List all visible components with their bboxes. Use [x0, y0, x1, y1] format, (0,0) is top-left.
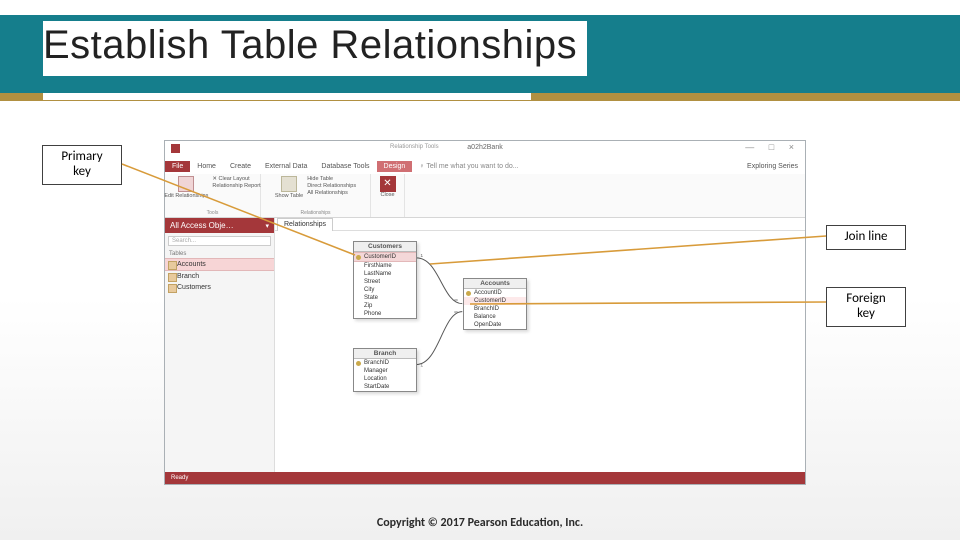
table-field[interactable]: Balance	[464, 313, 526, 321]
table-field[interactable]: LastName	[354, 270, 416, 278]
table-field[interactable]: Zip	[354, 302, 416, 310]
nav-group-tables[interactable]: Tables	[165, 249, 274, 258]
svg-text:1: 1	[420, 253, 423, 259]
relationship-report-button[interactable]: Relationship Report	[212, 183, 260, 190]
field-accountid-pk[interactable]: AccountID	[464, 289, 526, 297]
relationships-canvas[interactable]: Relationships 1 ∞ 1 ∞ Customers Customer…	[275, 218, 805, 472]
tab-create[interactable]: Create	[223, 161, 258, 172]
ribbon-group-label: Tools	[165, 210, 260, 216]
table-field[interactable]: Manager	[354, 367, 416, 375]
table-customers[interactable]: Customers CustomerID FirstName LastName …	[353, 241, 417, 319]
field-customerid-pk[interactable]: CustomerID	[354, 252, 416, 262]
edit-relationships-button[interactable]: Edit Relationships	[164, 193, 208, 200]
access-icon	[171, 144, 180, 153]
table-branch[interactable]: Branch BranchID Manager Location StartDa…	[353, 348, 417, 392]
window-controls[interactable]: — □ ×	[745, 142, 800, 152]
series-label: Exploring Series	[740, 161, 805, 172]
svg-text:∞: ∞	[454, 310, 458, 316]
show-table-button[interactable]: Show Table	[275, 193, 303, 200]
tab-file[interactable]: File	[165, 161, 190, 172]
ribbon-group-label: Relationships	[261, 210, 370, 216]
ribbon-tabs: File Home Create External Data Database …	[165, 159, 805, 174]
svg-text:1: 1	[420, 362, 423, 368]
title-bar: Establish Table Relationships	[0, 15, 960, 93]
navigation-pane: All Access Obje… ▾ Search... Tables Acco…	[165, 218, 275, 472]
tab-external[interactable]: External Data	[258, 161, 314, 172]
close-button[interactable]: Close	[380, 192, 394, 199]
table-field[interactable]: Location	[354, 375, 416, 383]
copyright-footer: Copyright © 2017 Pearson Education, Inc.	[0, 516, 960, 530]
ribbon-group-tools: Edit Relationships ✕ Clear Layout Relati…	[165, 174, 261, 217]
direct-relationships-button[interactable]: Direct Relationships	[307, 183, 356, 190]
ribbon: Edit Relationships ✕ Clear Layout Relati…	[165, 174, 805, 218]
table-field[interactable]: Street	[354, 278, 416, 286]
nav-header[interactable]: All Access Obje… ▾	[165, 218, 274, 233]
ribbon-group-relationships: Show Table Hide Table Direct Relationshi…	[261, 174, 371, 217]
hide-table-button[interactable]: Hide Table	[307, 176, 356, 183]
table-field[interactable]: FirstName	[354, 262, 416, 270]
table-accounts[interactable]: Accounts AccountID CustomerID BranchID B…	[463, 278, 527, 330]
access-window: Relationship Tools a02h2Bank — □ × File …	[164, 140, 806, 485]
canvas-tab-relationships[interactable]: Relationships	[277, 218, 333, 231]
callout-primary-key: Primary key	[42, 145, 122, 185]
tab-design[interactable]: Design	[377, 161, 413, 172]
callout-foreign-key: Foreign key	[826, 287, 906, 327]
field-customerid-fk[interactable]: CustomerID	[464, 297, 526, 305]
ribbon-group-close: ✕ Close	[371, 174, 405, 217]
table-header: Branch	[354, 349, 416, 359]
table-field[interactable]: City	[354, 286, 416, 294]
chevron-down-icon[interactable]: ▾	[265, 222, 269, 230]
slide-title: Establish Table Relationships	[43, 21, 587, 76]
field-branchid-fk[interactable]: BranchID	[464, 305, 526, 313]
table-header: Accounts	[464, 279, 526, 289]
tell-me[interactable]: ♀ Tell me what you want to do...	[412, 161, 525, 172]
nav-header-title: All Access Obje…	[170, 221, 234, 230]
table-field[interactable]: OpenDate	[464, 321, 526, 329]
tab-home[interactable]: Home	[190, 161, 223, 172]
table-field[interactable]: State	[354, 294, 416, 302]
svg-text:∞: ∞	[454, 298, 458, 304]
table-field[interactable]: Phone	[354, 310, 416, 318]
table-header: Customers	[354, 242, 416, 252]
tab-dbtools[interactable]: Database Tools	[314, 161, 376, 172]
nav-item-branch[interactable]: Branch	[165, 271, 274, 282]
show-table-icon[interactable]	[281, 176, 297, 192]
nav-item-customers[interactable]: Customers	[165, 282, 274, 293]
window-titlebar: Relationship Tools a02h2Bank — □ ×	[165, 141, 805, 159]
nav-search-input[interactable]: Search...	[168, 236, 271, 246]
field-branchid-pk[interactable]: BranchID	[354, 359, 416, 367]
status-bar: Ready	[165, 472, 805, 484]
window-title: a02h2Bank	[467, 144, 502, 151]
edit-relationships-icon[interactable]	[178, 176, 194, 192]
close-icon[interactable]: ✕	[380, 176, 396, 192]
nav-item-accounts[interactable]: Accounts	[165, 258, 274, 271]
callout-join-line: Join line	[826, 225, 906, 250]
contextual-tools-label: Relationship Tools	[390, 144, 439, 150]
all-relationships-button[interactable]: All Relationships	[307, 190, 356, 197]
table-field[interactable]: StartDate	[354, 383, 416, 391]
clear-layout-button[interactable]: ✕ Clear Layout	[212, 176, 260, 183]
